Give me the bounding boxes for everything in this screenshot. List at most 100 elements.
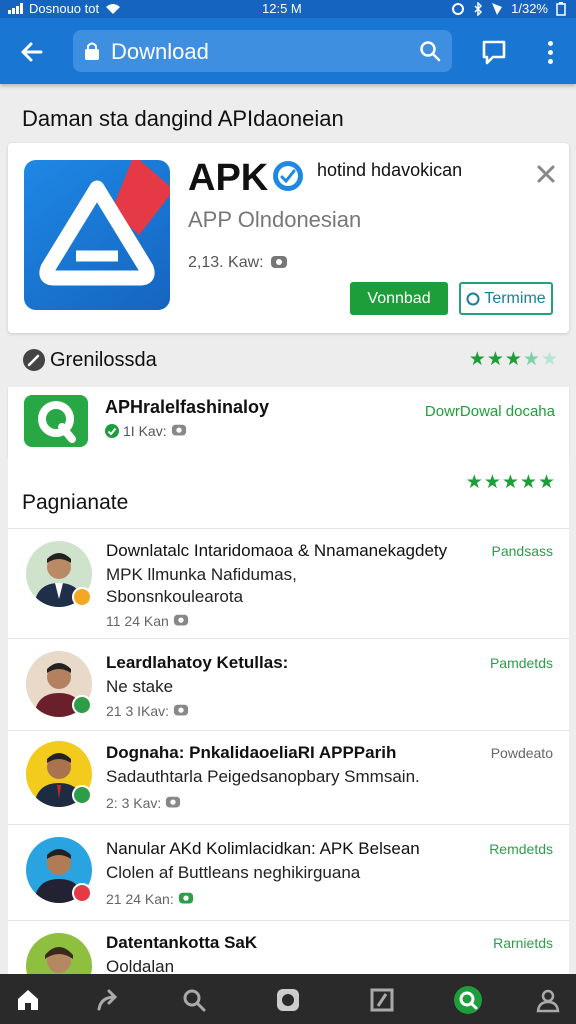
more-dot-icon bbox=[547, 49, 553, 55]
edit-icon bbox=[23, 349, 45, 371]
clock: 12:5 M bbox=[262, 1, 302, 16]
review-meta: 21 24 Kan: bbox=[106, 891, 194, 907]
battery-label: 1/32% bbox=[511, 1, 548, 16]
lock-icon bbox=[85, 42, 99, 60]
nav-library[interactable] bbox=[366, 984, 398, 1016]
app-download-link[interactable]: DowrDowal docaha bbox=[425, 403, 555, 420]
star-icon: ★ bbox=[522, 349, 540, 370]
app-size: 2,13. Kaw: bbox=[188, 254, 288, 272]
chat-bubble-icon bbox=[166, 796, 181, 808]
star-icon: ★ bbox=[537, 472, 555, 493]
status-bar: Dosnouo tot 12:5 M 1/32% bbox=[0, 0, 576, 18]
app-bar: Download bbox=[0, 18, 576, 84]
dismiss-button[interactable] bbox=[534, 162, 558, 186]
carrier-label: Dosnouo tot bbox=[29, 1, 100, 16]
review-item[interactable]: Nanular AKd Kolimlacidkan: APK Belsean C… bbox=[8, 824, 569, 920]
reviews-title: Pagnianate bbox=[22, 491, 129, 514]
section-label: Grenilossda bbox=[50, 349, 157, 371]
location-icon bbox=[492, 2, 503, 15]
clock-icon bbox=[466, 292, 480, 305]
nav-apps[interactable] bbox=[272, 984, 304, 1016]
more-dot-icon bbox=[547, 40, 553, 46]
discover-icon bbox=[454, 986, 482, 1014]
check-icon bbox=[105, 424, 119, 438]
sync-icon bbox=[452, 2, 465, 15]
list-item[interactable]: APHralelfashinaloy 1I Kav: DowrDowal doc… bbox=[8, 387, 569, 457]
developer-name: hotind hdavokican bbox=[317, 160, 463, 180]
review-text: MPK llmunka Nafidumas, bbox=[106, 565, 297, 584]
search-icon bbox=[420, 41, 441, 62]
review-text: Nanular AKd Kolimlacidkan: APK Belsean bbox=[106, 839, 420, 858]
chat-bubble-icon bbox=[173, 704, 189, 716]
secondary-button-label: Termime bbox=[484, 289, 546, 307]
star-icon: ★ bbox=[540, 349, 558, 370]
star-icon: ★ bbox=[501, 472, 519, 493]
review-tag[interactable]: Pandsass bbox=[492, 543, 553, 559]
review-meta-text: 2: 3 Kav: bbox=[106, 795, 162, 811]
reviews-rating: ★ ★ ★ ★ ★ bbox=[466, 473, 555, 492]
review-meta-text: 21 3 IKav: bbox=[106, 703, 170, 719]
review-tag[interactable]: Remdetds bbox=[489, 841, 553, 857]
nav-discover[interactable] bbox=[452, 984, 484, 1016]
review-item[interactable]: Datentankotta SaK Ooldalan Rarnietds bbox=[8, 920, 569, 999]
chat-button[interactable] bbox=[478, 36, 510, 68]
star-icon: ★ bbox=[504, 349, 522, 370]
star-icon: ★ bbox=[468, 349, 486, 370]
page-heading: Daman sta dangind APIdaoneian bbox=[22, 106, 344, 131]
profile-icon bbox=[536, 989, 560, 1013]
reviews-panel: ★ ★ ★ ★ ★ Pagnianate Downlatalc Intaridomaoa… bbox=[8, 457, 569, 999]
status-dot-icon bbox=[72, 587, 92, 607]
app-meta-text: 1I Kav: bbox=[123, 423, 167, 439]
chat-bubble-icon bbox=[270, 256, 287, 268]
share-arrow-icon bbox=[97, 989, 118, 1011]
nav-home[interactable] bbox=[12, 984, 44, 1016]
signal-icon bbox=[8, 3, 23, 14]
battery-icon bbox=[556, 1, 566, 16]
app-icon[interactable] bbox=[24, 160, 170, 310]
review-author: Datentankotta SaK bbox=[106, 933, 258, 952]
review-tag[interactable]: Pamdetds bbox=[490, 655, 553, 671]
review-meta: 21 3 IKav: bbox=[106, 703, 189, 719]
nav-profile[interactable] bbox=[532, 984, 564, 1016]
status-dot-icon bbox=[72, 695, 92, 715]
download-button[interactable]: Vonnbad bbox=[350, 282, 448, 315]
close-icon bbox=[537, 165, 555, 183]
bluetooth-icon bbox=[474, 1, 483, 16]
back-button[interactable] bbox=[14, 34, 50, 70]
search-input[interactable]: Download bbox=[73, 30, 452, 72]
library-icon bbox=[370, 988, 394, 1012]
review-tag[interactable]: Powdeato bbox=[491, 745, 553, 761]
app-hero-card: APK hotind hdavokican APP Olndonesian 2,… bbox=[8, 143, 569, 333]
review-author: Dognaha: PnkalidaoeliaRI APPParih bbox=[106, 743, 397, 762]
star-icon: ★ bbox=[483, 472, 501, 493]
arrow-left-icon bbox=[21, 42, 43, 62]
home-icon bbox=[18, 990, 38, 1010]
more-options-button[interactable] bbox=[536, 36, 564, 68]
app-store-icon bbox=[277, 989, 299, 1011]
app-logo-icon bbox=[38, 401, 76, 443]
review-text: Sadauthtarla Peigedsanopbary Smmsain. bbox=[106, 767, 420, 786]
chat-icon bbox=[482, 40, 506, 65]
review-item[interactable]: Dognaha: PnkalidaoeliaRI APPParih Sadaut… bbox=[8, 730, 569, 824]
secondary-button[interactable]: Termime bbox=[459, 282, 553, 315]
app-size-text: 2,13. Kaw: bbox=[188, 254, 264, 271]
review-item[interactable]: Downlatalc Intaridomaoa & Nnamanekagdety… bbox=[8, 528, 569, 638]
review-text: Sbonsnkoulearota bbox=[106, 587, 244, 606]
review-meta-text: 11 24 Kan bbox=[106, 613, 169, 629]
chat-bubble-icon bbox=[171, 424, 186, 436]
review-text: Ne stake bbox=[106, 677, 174, 696]
apk-logo-icon bbox=[39, 160, 170, 286]
review-meta: 11 24 Kan bbox=[106, 613, 189, 629]
chat-bubble-icon bbox=[178, 892, 193, 904]
nav-share[interactable] bbox=[92, 984, 124, 1016]
nav-search[interactable] bbox=[178, 984, 210, 1016]
status-dot-icon bbox=[72, 785, 92, 805]
wifi-icon bbox=[106, 3, 121, 14]
review-tag[interactable]: Rarnietds bbox=[493, 935, 553, 951]
bottom-navigation bbox=[0, 974, 576, 1024]
app-subtitle: APP Olndonesian bbox=[188, 207, 362, 232]
search-text: Download bbox=[111, 39, 209, 64]
star-icon: ★ bbox=[465, 472, 483, 493]
review-item[interactable]: Leardlahatoy Ketullas: Ne stake 21 3 IKa… bbox=[8, 638, 569, 730]
search-button[interactable] bbox=[416, 37, 444, 65]
